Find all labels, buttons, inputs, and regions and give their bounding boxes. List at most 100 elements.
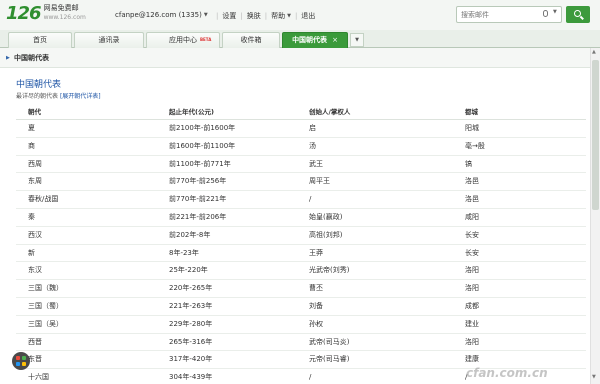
cell-founder: 武王 [309,159,323,168]
cell-dynasty: 三国（魏） [28,284,63,293]
tab-label: 首页 [33,36,47,44]
cell-period: 221年-263年 [169,301,213,310]
cell-dynasty: 商 [28,141,35,150]
page-subtitle: 最详尽的朝代表 [展开朝代详表] [16,91,101,100]
logo[interactable]: 126 网易免费邮 www.126.com [6,4,86,24]
cell-period: 前770年-前256年 [169,177,227,186]
cell-founder: / [309,195,312,204]
account-menu[interactable]: cfanpe@126.com (1335) ▼ [115,11,208,19]
cell-period: 304年-439年 [169,373,213,382]
tab-list-dropdown[interactable]: ▼ [350,33,364,47]
scroll-thumb[interactable] [592,60,599,210]
cell-founder: 始皇(嬴政) [309,212,343,221]
cell-founder: 武帝(司马炎) [309,337,350,346]
cell-founder: / [309,373,312,382]
cell-dynasty: 三国（蜀） [28,301,63,310]
cell-dynasty: 三国（吴） [28,319,63,328]
cell-dynasty: 秦 [28,212,35,221]
tab-label: 收件箱 [240,36,262,44]
cell-dynasty: 西周 [28,159,42,168]
cell-capital: 洛阳 [465,337,479,346]
header: 126 网易免费邮 www.126.com cfanpe@126.com (13… [0,0,600,30]
cell-dynasty: 东周 [28,177,42,186]
cell-capital: 成都 [465,301,479,310]
cell-founder: 元帝(司马睿) [309,355,350,364]
table-row: 春秋/战国 前770年-前221年 / 洛邑 [16,191,586,209]
table-row: 西汉 前202年-8年 高祖(刘邦) 长安 [16,227,586,245]
triangle-right-icon: ▶ [6,55,10,61]
table-row: 东周 前770年-前256年 周平王 洛邑 [16,173,586,192]
breadcrumb-label: 中国朝代表 [14,54,49,62]
app-grid-icon[interactable] [12,352,30,370]
content-panel: ▶ 中国朝代表 中国朝代表 最详尽的朝代表 [展开朝代详表] 朝代 起止年代(公… [0,48,590,384]
cell-capital: 阳城 [465,124,479,132]
search-input[interactable] [457,7,537,22]
column-header-capital: 都城 [465,108,478,116]
logo-url: www.126.com [43,14,86,21]
cell-capital: 镐 [465,159,472,168]
cell-period: 220年-265年 [169,284,213,293]
cell-dynasty: 东汉 [28,266,42,275]
cell-period: 前1100年-前771年 [169,159,231,168]
cell-period: 前770年-前221年 [169,195,227,204]
tab-label: 中国朝代表 [292,36,328,44]
cell-founder: 刘备 [309,301,323,310]
help-link[interactable]: 帮助 [271,11,285,21]
chevron-down-icon[interactable]: ▼ [553,9,557,15]
search-button[interactable] [566,6,590,23]
cell-dynasty: 夏 [28,124,35,132]
vertical-scrollbar[interactable]: ▲ ▼ [590,48,600,384]
tab-label: 通讯录 [98,36,120,44]
subtitle-text: 最详尽的朝代表 [16,93,59,100]
cell-dynasty: 西晋 [28,337,42,346]
chevron-down-icon: ▼ [355,37,359,43]
close-icon[interactable]: × [332,36,338,44]
table-row: 新 8年-23年 王莽 长安 [16,245,586,263]
cell-dynasty: 新 [28,248,35,257]
cell-period: 前1600年-前1100年 [169,141,236,150]
cell-period: 前221年-前206年 [169,212,227,221]
breadcrumb: ▶ 中国朝代表 [0,48,590,68]
settings-link[interactable]: 设置 [222,11,236,21]
cell-period: 229年-280年 [169,319,213,328]
cell-capital: 长安 [465,248,479,257]
unread-count: (1335) [178,11,202,19]
logout-link[interactable]: 退出 [301,11,315,21]
cell-dynasty: 春秋/战国 [28,195,59,204]
cell-founder: 启 [309,124,316,132]
scroll-up-icon[interactable]: ▲ [592,49,596,55]
cell-capital: 洛阳 [465,284,479,293]
cell-capital: 洛邑 [465,177,479,186]
search-box: ▼ [456,6,562,23]
skin-link[interactable]: 换肤 [247,11,261,21]
tab-inbox[interactable]: 收件箱 [222,32,280,48]
tab-dynasty-table[interactable]: 中国朝代表 × [282,32,348,48]
table-row: 东汉 25年-220年 光武帝(刘秀) 洛阳 [16,262,586,281]
expand-link[interactable]: [展开朝代详表] [60,93,101,100]
tab-apps[interactable]: 应用中心 BETA [146,32,220,48]
cell-dynasty: 十六国 [28,373,49,382]
cell-dynasty: 西汉 [28,230,42,239]
cell-capital: 洛阳 [465,266,479,275]
table-body: 夏前2100年-前1600年启阳城 商前1600年-前1100年汤亳→殷 西周前… [16,120,586,384]
table-row: 三国（蜀） 221年-263年 刘备 成都 [16,298,586,316]
cell-founder: 曹丕 [309,284,323,293]
tab-home[interactable]: 首页 [8,32,72,48]
table-header: 朝代 起止年代(公元) 创始人/掌权人 都城 [16,104,586,120]
cell-capital: 亳→殷 [465,141,485,150]
cell-founder: 高祖(刘邦) [309,230,343,239]
cell-founder: 光武帝(刘秀) [309,266,350,275]
microphone-icon[interactable] [543,10,548,17]
tab-contacts[interactable]: 通讯录 [74,32,144,48]
scroll-down-icon[interactable]: ▼ [592,374,596,380]
table-row: 三国（魏） 220年-265年 曹丕 洛阳 [16,280,586,298]
page-title: 中国朝代表 [16,80,62,90]
chevron-down-icon: ▼ [203,12,208,18]
table-row: 商 前1600年-前1100年 汤 亳→殷 [16,138,586,156]
table-row: 三国（吴） 229年-280年 孙权 建业 [16,316,586,334]
cell-founder: 王莽 [309,248,323,257]
cell-period: 前2100年-前1600年 [169,124,236,132]
table-row: 西晋 265年-316年 武帝(司马炎) 洛阳 [16,334,586,352]
account-email: cfanpe@126.com [115,11,177,19]
logo-name: 网易免费邮 [43,4,79,12]
